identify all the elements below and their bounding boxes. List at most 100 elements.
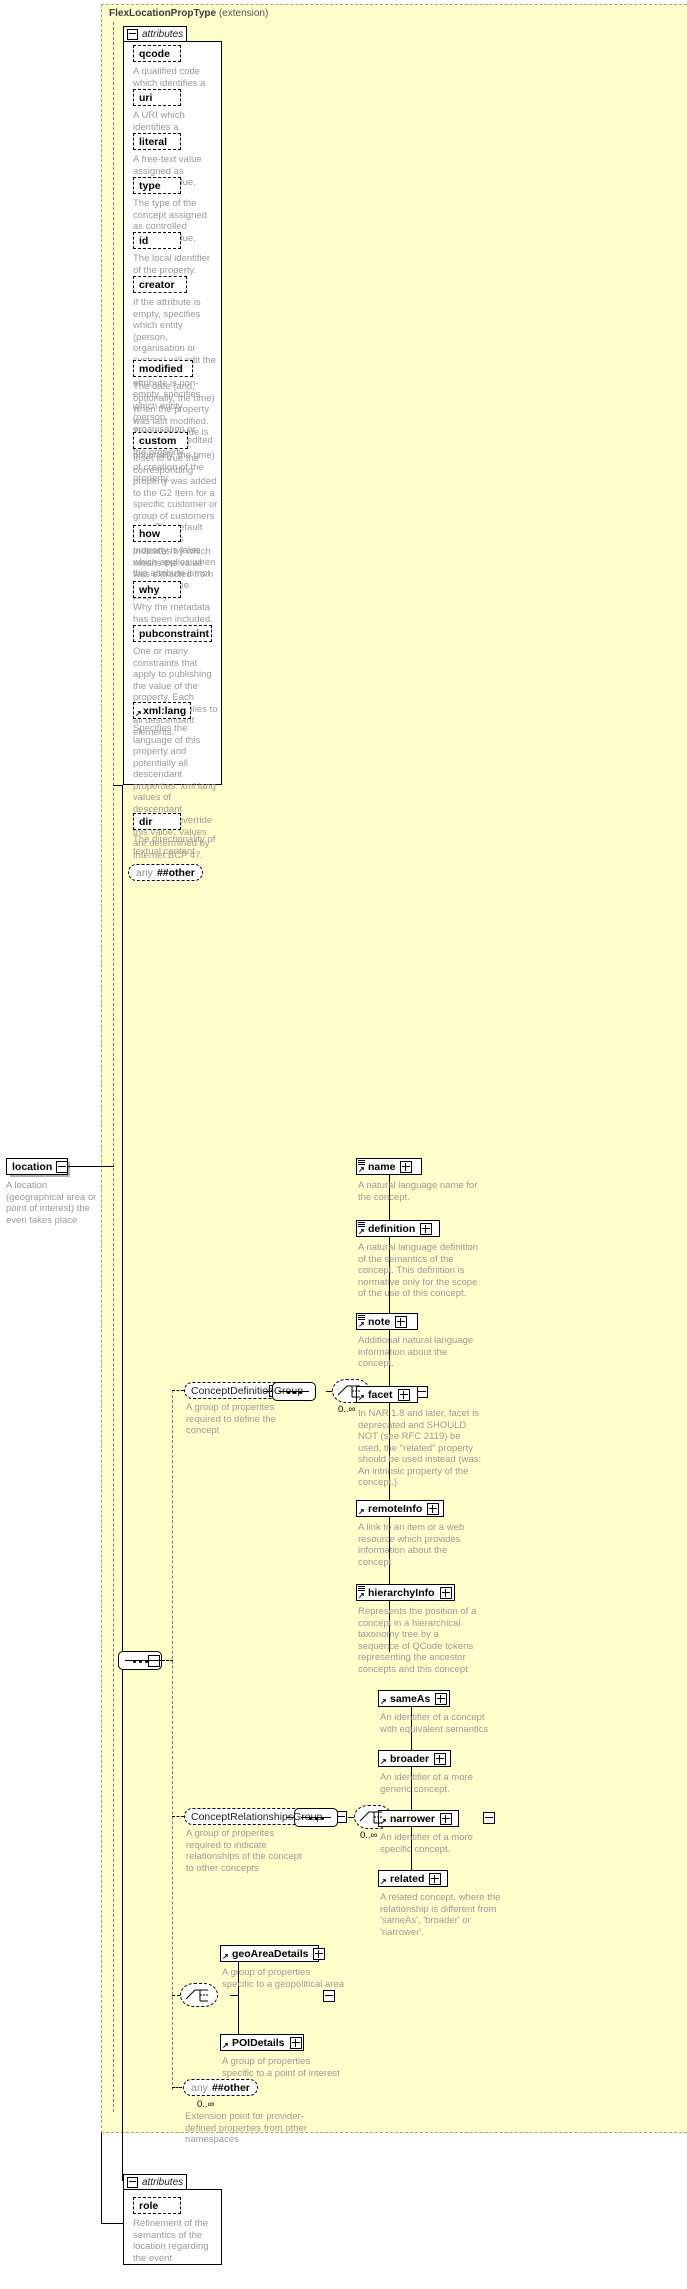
element-desc-note: Additional natural language information …	[358, 1335, 474, 1369]
element-node-hierarchyinfo[interactable]: ↗ hierarchyInfo	[356, 1584, 457, 1603]
reference-arrow-icon: ↗	[358, 1393, 365, 1402]
sequence-dot-icon	[133, 1660, 136, 1663]
attribute-desc-dir: The directionality of textual content.	[133, 834, 216, 857]
attribute-node-role[interactable]: role	[133, 2197, 183, 2216]
remoteinfo-expand-icon[interactable]	[427, 1502, 440, 1515]
reference-arrow-icon: ↗	[222, 1952, 229, 1961]
facet-expand-icon[interactable]	[397, 1388, 410, 1401]
element-node-poidetails[interactable]: ↗ POIDetails	[220, 2034, 306, 2053]
note-expand-icon[interactable]	[395, 1315, 408, 1328]
bottom-attributes-tab[interactable]: attributes	[123, 2174, 187, 2190]
element-label: note	[368, 1315, 391, 1328]
element-desc-hierarchyinfo: Represents the position of a concept in …	[358, 1606, 477, 1675]
attribute-node-type[interactable]: type	[133, 177, 183, 196]
reference-arrow-icon: ↗	[380, 1877, 387, 1886]
attribute-node-pubconstraint[interactable]: pubconstraint	[133, 625, 214, 644]
element-label: location	[12, 1160, 53, 1173]
branch-stub-any-other	[172, 2087, 182, 2088]
attribute-label: literal	[139, 135, 168, 148]
poidetails-expand-icon[interactable]	[289, 2036, 302, 2049]
conceptdefinitiongroup-choice-collapse-icon[interactable]	[416, 1386, 429, 1398]
hierarchyinfo-expand-icon[interactable]	[439, 1586, 452, 1599]
element-label: remoteInfo	[368, 1502, 423, 1515]
attribute-label: how	[139, 527, 160, 540]
top-attributes-collapse-icon[interactable]	[127, 29, 138, 40]
element-label: sameAs	[390, 1692, 431, 1705]
attribute-label: pubconstraint	[139, 627, 209, 640]
extension-type-title: FlexLocationPropType (extension)	[109, 8, 268, 19]
location-collapse-icon[interactable]	[56, 1160, 69, 1173]
attribute-node-how[interactable]: how	[133, 525, 183, 544]
attribute-node-qcode[interactable]: qcode	[133, 45, 183, 64]
element-label: facet	[368, 1388, 393, 1401]
details-choice[interactable]	[180, 1983, 220, 2009]
extension-any-cardinality: 0..∞	[197, 2099, 215, 2110]
name-expand-icon[interactable]	[400, 1160, 413, 1173]
element-desc-sameas: An identifier of a concept with equivale…	[380, 1712, 489, 1735]
attribute-node-creator[interactable]: creator	[133, 276, 189, 295]
any-namespace: ##other	[156, 866, 195, 879]
element-node-narrower[interactable]: ↗ narrower	[378, 1810, 461, 1829]
attribute-node-xmllang[interactable]: ↗ xml:lang	[133, 702, 193, 721]
element-label: geoAreaDetails	[232, 1947, 309, 1960]
top-attributes-tab[interactable]: attributes	[123, 26, 187, 42]
attribute-label: qcode	[139, 47, 170, 60]
conceptrelationshipsgroup-choice-collapse-icon[interactable]	[482, 1812, 495, 1824]
attribute-label: custom	[139, 434, 177, 447]
element-node-definition[interactable]: ↗ definition	[356, 1220, 442, 1239]
attribute-node-dir[interactable]: dir	[133, 813, 183, 832]
attribute-desc-why: Why the metadata has been included.	[133, 602, 213, 625]
element-desc-name: A natural language name for the concept.	[358, 1180, 478, 1203]
element-node-remoteinfo[interactable]: ↗ remoteInfo	[356, 1500, 446, 1519]
element-desc-location: A location (geographical area or point o…	[6, 1180, 97, 1226]
attribute-node-custom[interactable]: custom	[133, 432, 190, 451]
broader-expand-icon[interactable]	[434, 1752, 447, 1765]
attribute-label: xml:lang	[143, 704, 187, 717]
element-label: POIDetails	[232, 2036, 285, 2049]
bottom-attributes-collapse-icon[interactable]	[127, 2177, 138, 2188]
reference-arrow-icon: ↗	[358, 1320, 365, 1329]
extension-any-desc: Extension point for provider-defined pro…	[185, 2111, 307, 2145]
attribute-node-modified[interactable]: modified	[133, 360, 195, 379]
element-desc-remoteinfo: A link to an item or a web resource whic…	[358, 1522, 465, 1568]
attribute-desc-id: The local identifier of the property.	[133, 253, 211, 276]
sequence-dot-icon	[321, 1817, 324, 1820]
sequence-dot-icon	[299, 1391, 302, 1394]
branch-stub-conceptrelationshipsgroup	[172, 1816, 184, 1817]
bottom-attributes-tab-label: attributes	[142, 2177, 184, 2188]
sequence-dot-icon	[309, 1817, 312, 1820]
attribute-node-literal[interactable]: literal	[133, 133, 183, 152]
element-node-name[interactable]: ↗ name	[356, 1158, 424, 1177]
narrower-expand-icon[interactable]	[439, 1812, 452, 1825]
attribute-label: why	[139, 583, 160, 596]
main-sequence-collapse-icon[interactable]	[148, 1655, 160, 1667]
attribute-any-other-node[interactable]: any ##other	[128, 864, 205, 883]
top-attributes-tab-label: attributes	[142, 29, 184, 40]
element-node-related[interactable]: ↗ related	[378, 1870, 450, 1889]
details-choice-collapse-icon[interactable]	[323, 1990, 336, 2002]
details-choice-to-children	[230, 1995, 238, 1996]
geoareadetails-expand-icon[interactable]	[313, 1947, 326, 1960]
element-desc-broader: An identifier of a more generic concept.	[380, 1772, 473, 1795]
definition-expand-icon[interactable]	[420, 1222, 433, 1235]
element-node-note[interactable]: ↗ note	[356, 1313, 420, 1332]
attribute-node-id[interactable]: id	[133, 232, 183, 251]
element-desc-geoareadetails: A group of properties specific to a geop…	[222, 1967, 344, 1990]
element-node-broader[interactable]: ↗ broader	[378, 1750, 453, 1769]
element-node-geoareadetails[interactable]: ↗ geoAreaDetails	[220, 1945, 326, 1964]
attribute-node-why[interactable]: why	[133, 581, 183, 600]
element-desc-definition: A natural language definition of the sem…	[358, 1242, 478, 1299]
attribute-node-uri[interactable]: uri	[133, 89, 183, 108]
element-label: related	[390, 1872, 425, 1885]
attribute-desc-role: Refinement of the semantics of the locat…	[133, 2218, 209, 2264]
any-namespace: ##other	[211, 2081, 250, 2094]
element-node-location[interactable]: location	[6, 1158, 70, 1177]
element-node-sameas[interactable]: ↗ sameAs	[378, 1690, 452, 1709]
branch-stub-details-choice	[172, 1995, 180, 1996]
sameas-expand-icon[interactable]	[435, 1692, 448, 1705]
sequence-dot-icon	[145, 1660, 148, 1663]
extension-any-other-node[interactable]: any ##other	[183, 2079, 260, 2098]
related-expand-icon[interactable]	[429, 1872, 442, 1885]
branch-stub-conceptdefinitiongroup	[172, 1390, 184, 1391]
element-desc-narrower: An identifier of a more specific concept…	[380, 1832, 473, 1855]
